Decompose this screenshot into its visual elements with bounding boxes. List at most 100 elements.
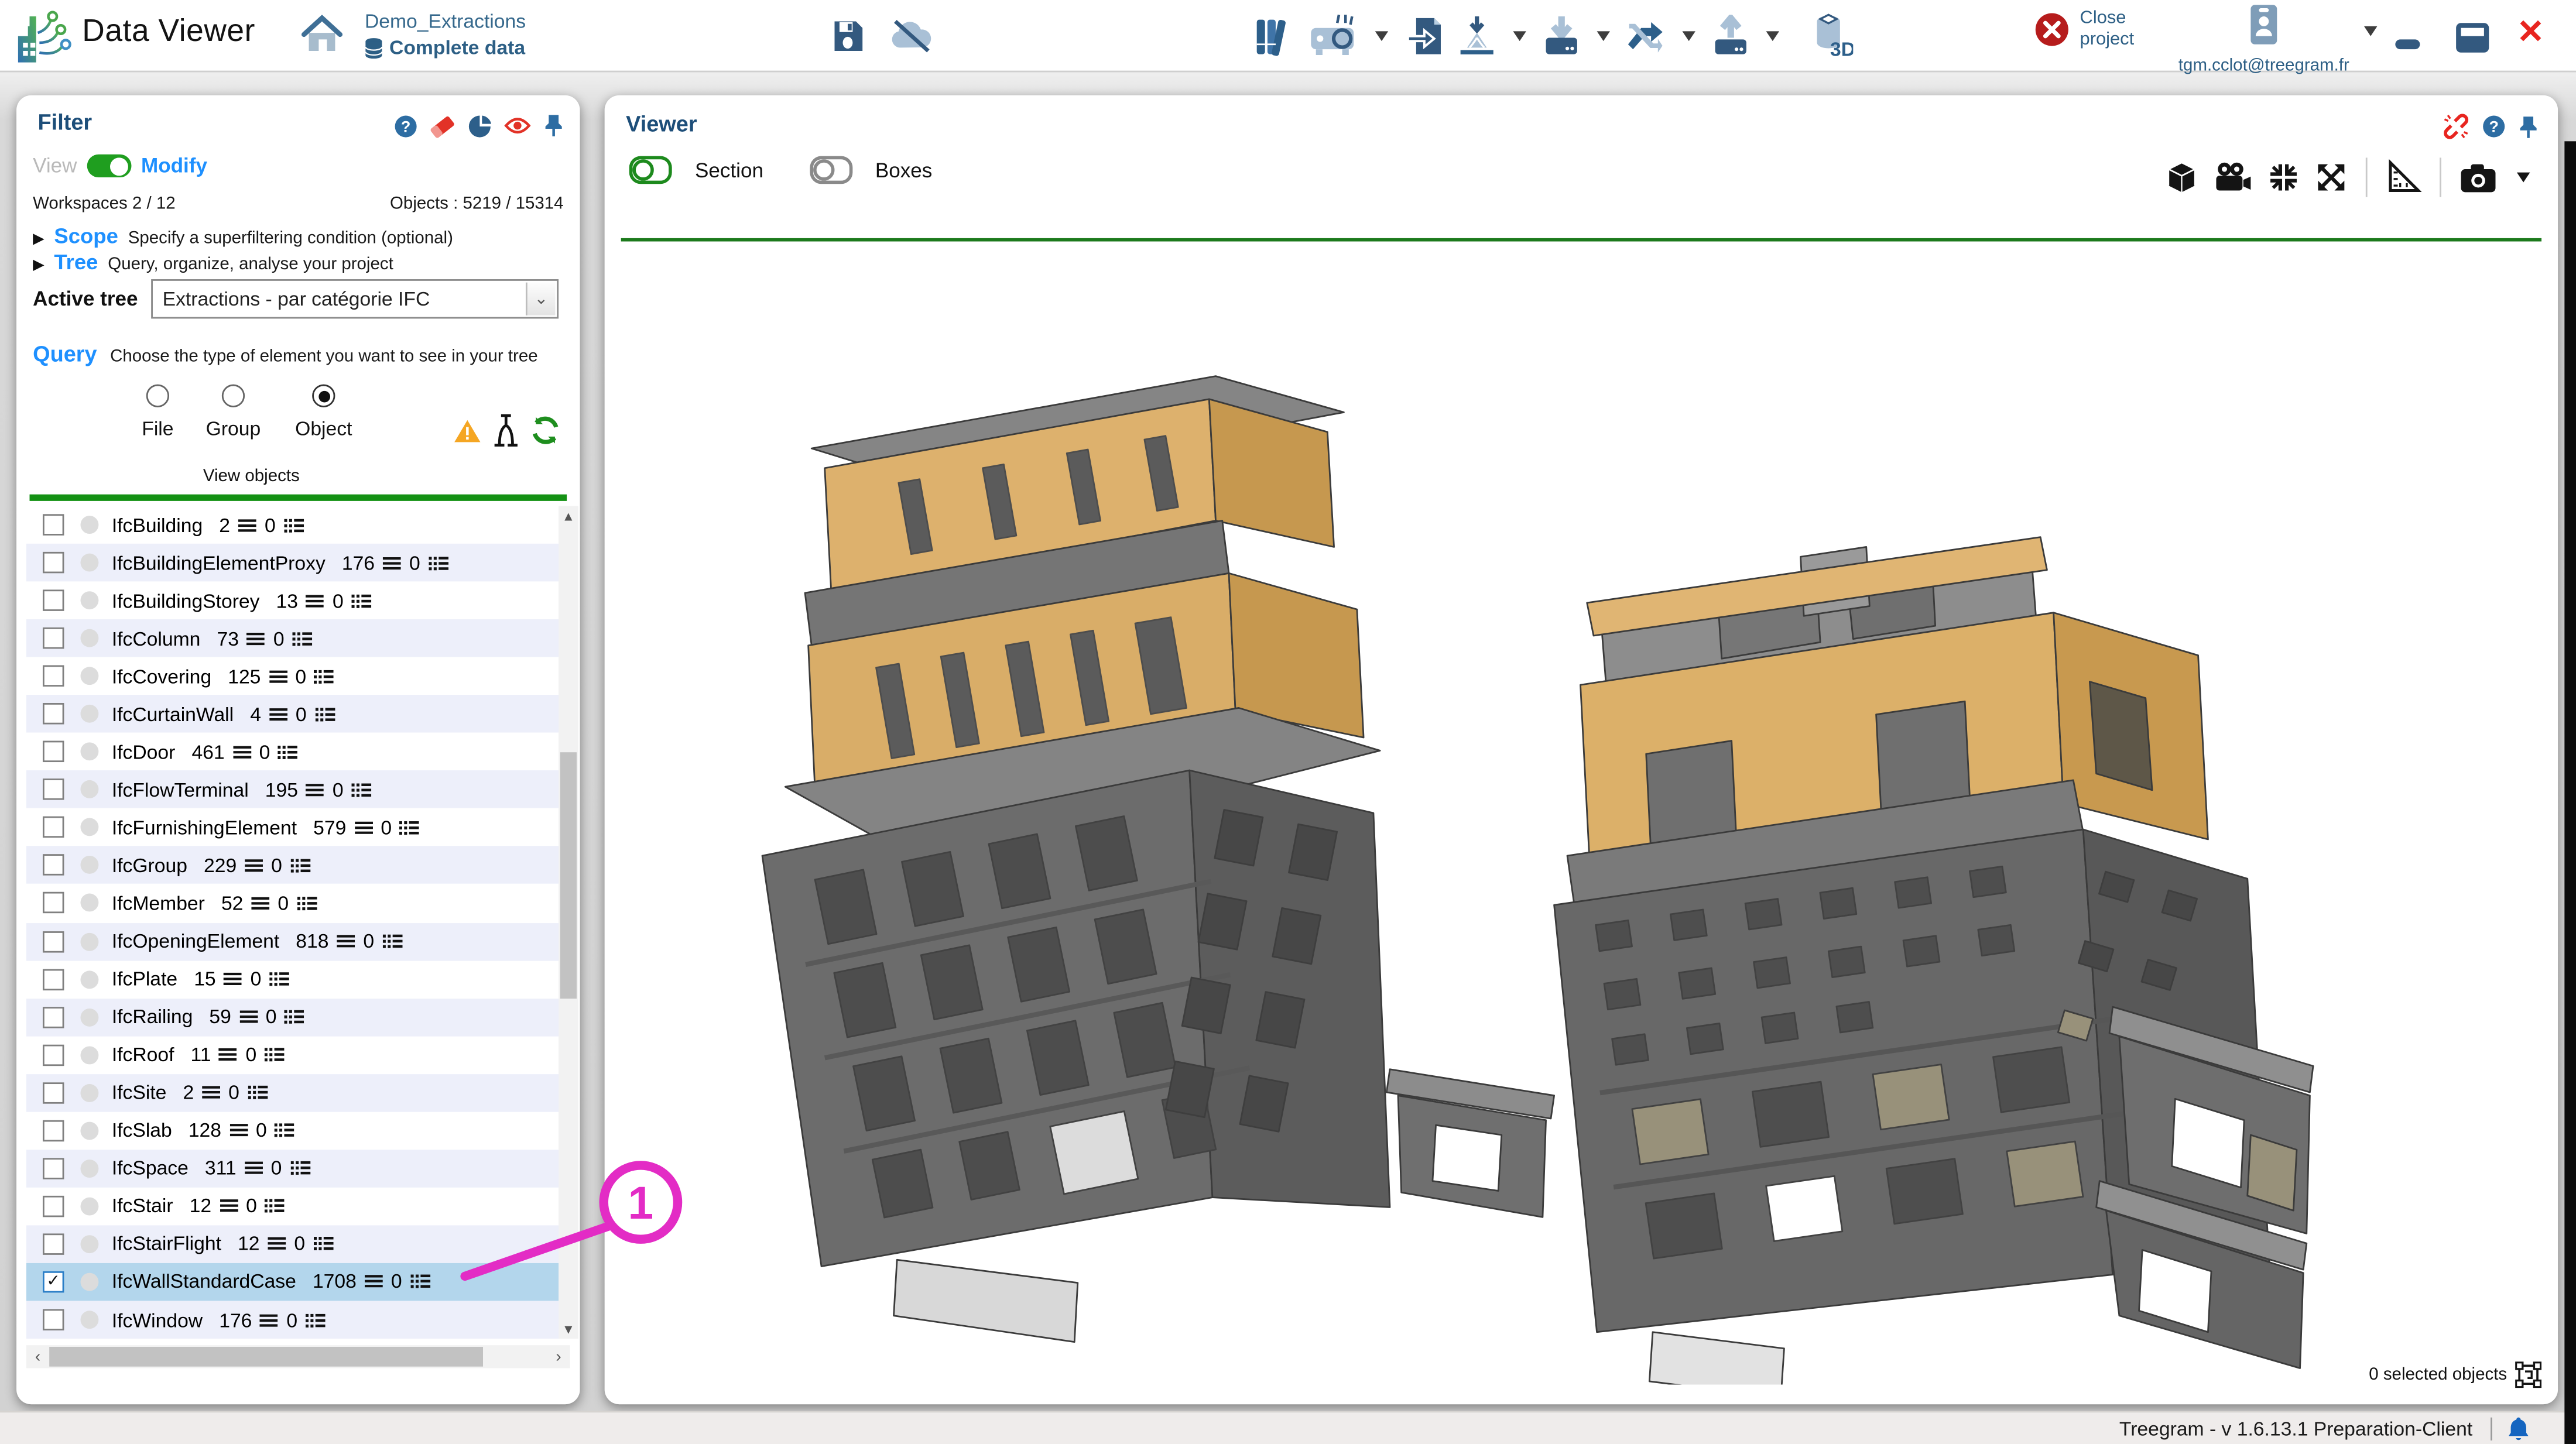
eraser-icon[interactable] — [430, 114, 455, 137]
row-visibility-dot[interactable] — [80, 743, 98, 761]
grid-list-icon[interactable] — [293, 630, 313, 647]
import-model-icon[interactable] — [1455, 14, 1498, 57]
tree-expand-arrow[interactable]: ▶ — [33, 256, 44, 275]
row-checkbox[interactable] — [43, 704, 64, 725]
grid-list-icon[interactable] — [314, 668, 334, 684]
minimize-icon[interactable] — [2395, 39, 2420, 49]
grid-list-icon[interactable] — [315, 706, 335, 722]
scroll-right-icon[interactable]: › — [547, 1345, 570, 1368]
measure-icon[interactable] — [2385, 159, 2421, 195]
row-visibility-dot[interactable] — [80, 1121, 98, 1140]
view-modify-toggle[interactable] — [87, 155, 131, 177]
list-lines-icon[interactable] — [245, 858, 263, 874]
list-lines-icon[interactable] — [354, 819, 372, 836]
grid-list-icon[interactable] — [410, 1274, 430, 1290]
user-account[interactable]: tgm.cclot@treegram.fr — [2165, 4, 2362, 76]
cloud-off-icon[interactable] — [889, 17, 935, 53]
grid-list-icon[interactable] — [352, 781, 372, 798]
row-visibility-dot[interactable] — [80, 1235, 98, 1253]
row-checkbox[interactable] — [43, 552, 64, 573]
download-tray-icon[interactable] — [1541, 14, 1582, 57]
active-tree-select[interactable]: Extractions - par catégorie IFC ⌄ — [151, 279, 559, 318]
list-lines-icon[interactable] — [239, 1009, 258, 1025]
grid-list-icon[interactable] — [382, 933, 402, 949]
cube-3d-icon[interactable]: 3D — [1804, 11, 1853, 60]
list-lines-icon[interactable] — [269, 668, 287, 684]
list-lines-icon[interactable] — [220, 1047, 238, 1063]
grid-list-icon[interactable] — [297, 895, 317, 911]
list-lines-icon[interactable] — [365, 1274, 383, 1290]
radio-file[interactable]: File — [117, 385, 198, 440]
list-item[interactable]: ✓ IfcWallStandardCase 1708 0 — [26, 1263, 570, 1301]
grid-list-icon[interactable] — [290, 1160, 310, 1177]
row-visibility-dot[interactable] — [80, 705, 98, 723]
import-file-icon[interactable] — [1406, 14, 1445, 57]
list-item[interactable]: IfcSpace 311 0 — [26, 1150, 570, 1188]
notifications-bell-icon[interactable] — [2507, 1416, 2530, 1442]
list-item[interactable]: IfcWindow 176 0 — [26, 1301, 570, 1339]
row-checkbox[interactable] — [43, 1120, 64, 1141]
row-checkbox[interactable] — [43, 817, 64, 838]
horizontal-scroll-thumb[interactable] — [49, 1347, 483, 1367]
radio-object[interactable]: Object — [283, 385, 365, 440]
video-camera-icon[interactable] — [2213, 161, 2252, 194]
upload-dropdown-caret[interactable] — [1766, 30, 1779, 40]
restore-icon[interactable] — [2454, 21, 2491, 54]
row-visibility-dot[interactable] — [80, 516, 98, 534]
grid-list-icon[interactable] — [265, 1047, 285, 1063]
select-objects-icon[interactable] — [2515, 1361, 2541, 1388]
radio-group[interactable]: Group — [192, 385, 274, 440]
list-lines-icon[interactable] — [220, 1198, 238, 1215]
list-lines-icon[interactable] — [247, 630, 265, 647]
grid-list-icon[interactable] — [352, 592, 372, 609]
tree-label[interactable]: Tree — [54, 250, 98, 275]
list-item[interactable]: IfcStairFlight 12 0 — [26, 1225, 570, 1263]
list-lines-icon[interactable] — [306, 592, 324, 609]
grid-list-icon[interactable] — [269, 971, 289, 987]
import-dropdown-caret[interactable] — [1513, 30, 1526, 40]
row-checkbox[interactable] — [43, 1233, 64, 1254]
row-visibility-dot[interactable] — [80, 1311, 98, 1329]
list-item[interactable]: IfcBuildingElementProxy 176 0 — [26, 544, 570, 582]
grid-list-icon[interactable] — [284, 517, 304, 533]
row-visibility-dot[interactable] — [80, 781, 98, 799]
row-checkbox[interactable] — [43, 855, 64, 876]
list-item[interactable]: IfcOpeningElement 818 0 — [26, 922, 570, 961]
transfer-icon[interactable] — [1625, 14, 1667, 57]
library-icon[interactable] — [1252, 14, 1294, 57]
collapse-icon[interactable] — [2267, 161, 2300, 194]
list-lines-icon[interactable] — [238, 517, 256, 533]
row-checkbox[interactable] — [43, 741, 64, 762]
upload-tray-icon[interactable] — [1710, 14, 1751, 57]
list-lines-icon[interactable] — [268, 1236, 286, 1252]
list-item[interactable]: IfcFurnishingElement 579 0 — [26, 809, 570, 847]
help-icon[interactable]: ? — [394, 114, 417, 137]
list-item[interactable]: IfcBuilding 2 0 — [26, 506, 570, 544]
dataset-row[interactable]: Complete data — [365, 36, 525, 59]
row-visibility-dot[interactable] — [80, 1160, 98, 1178]
row-checkbox[interactable] — [43, 1309, 64, 1330]
expand-icon[interactable] — [2315, 161, 2348, 194]
transfer-dropdown-caret[interactable] — [1682, 30, 1695, 40]
scroll-down-icon[interactable]: ▼ — [559, 1319, 578, 1339]
row-checkbox[interactable] — [43, 627, 64, 649]
row-visibility-dot[interactable] — [80, 1197, 98, 1215]
row-visibility-dot[interactable] — [80, 856, 98, 874]
row-visibility-dot[interactable] — [80, 629, 98, 647]
camera-icon[interactable] — [2459, 162, 2498, 193]
row-checkbox[interactable] — [43, 1158, 64, 1179]
grid-list-icon[interactable] — [400, 819, 420, 836]
list-item[interactable]: IfcSite 2 0 — [26, 1073, 570, 1112]
save-icon[interactable] — [830, 17, 866, 53]
row-checkbox[interactable] — [43, 514, 64, 535]
row-checkbox[interactable] — [43, 1082, 64, 1103]
list-lines-icon[interactable] — [245, 1160, 263, 1177]
list-lines-icon[interactable] — [233, 744, 251, 760]
list-item[interactable]: IfcSlab 128 0 — [26, 1112, 570, 1150]
vertical-scroll-thumb[interactable] — [560, 752, 577, 999]
list-item[interactable]: IfcFlowTerminal 195 0 — [26, 771, 570, 809]
row-visibility-dot[interactable] — [80, 932, 98, 951]
projector-dropdown-caret[interactable] — [1375, 30, 1388, 40]
view-objects-button[interactable]: View objects — [16, 467, 487, 486]
tree-section[interactable]: ▶ Tree Query, organize, analyse your pro… — [33, 250, 393, 275]
